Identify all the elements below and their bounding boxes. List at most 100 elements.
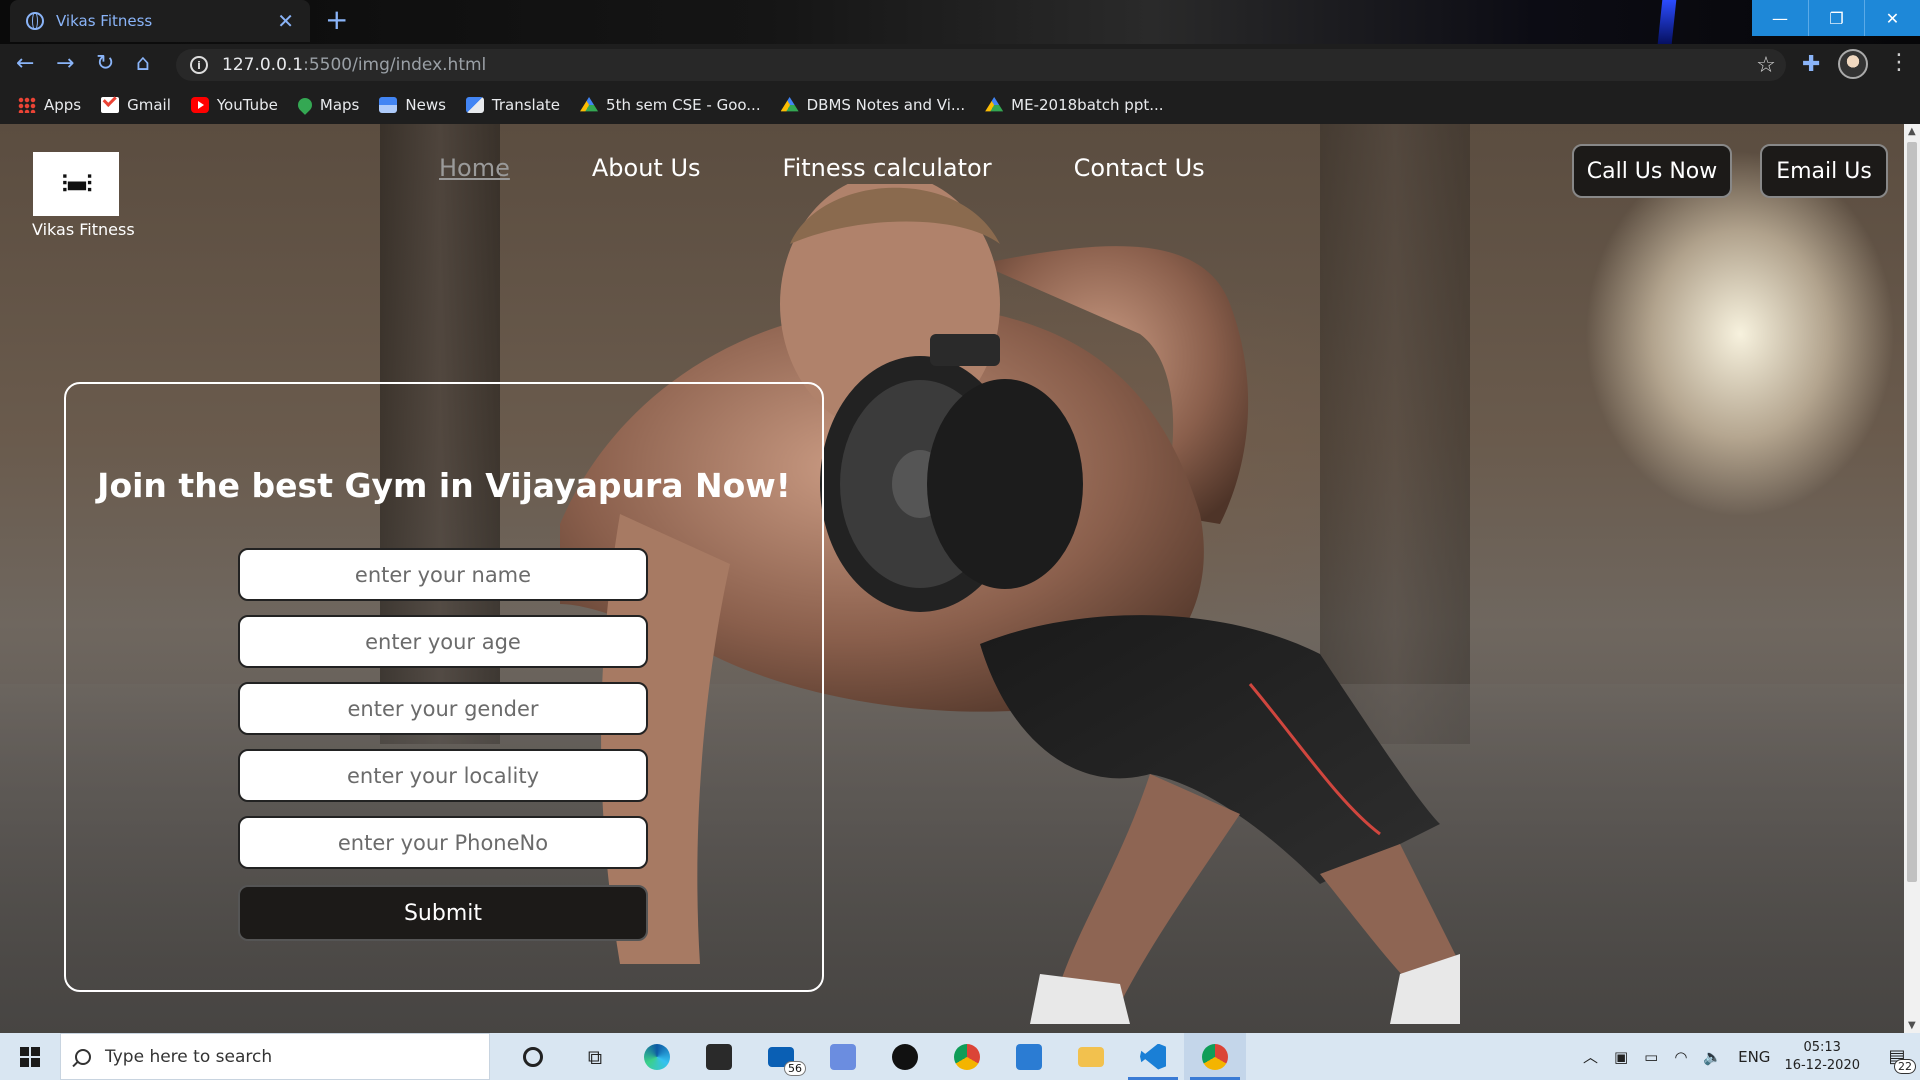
drive-icon	[985, 97, 1004, 112]
taskbar-apps: ⧉ 56	[502, 1033, 1246, 1080]
page-viewport: ⫶▬⫶ Vikas Fitness Home About Us Fitness …	[0, 124, 1904, 1033]
windows-taskbar: Type here to search ⧉ 56 ︿ ▣ ▭ ◠ 🔈 ENG 0…	[0, 1033, 1920, 1080]
nav-contact-us[interactable]: Contact Us	[1074, 154, 1205, 182]
name-input[interactable]	[238, 548, 648, 601]
language-indicator[interactable]: ENG	[1738, 1048, 1770, 1066]
nav-home[interactable]: Home	[439, 154, 510, 182]
page-scrollbar[interactable]: ▲ ▼	[1904, 124, 1920, 1033]
translate-icon	[465, 97, 484, 113]
tab-close-icon[interactable]: ✕	[277, 9, 294, 33]
taskbar-search-placeholder: Type here to search	[105, 1046, 273, 1067]
bookmark-me-2018[interactable]: ME-2018batch ppt...	[985, 96, 1164, 114]
bookmark-apps[interactable]: Apps	[18, 96, 81, 114]
menu-kebab-icon[interactable]: ⋮	[1888, 50, 1910, 75]
whiteboard-icon[interactable]	[812, 1033, 874, 1080]
windows-logo-icon	[20, 1046, 40, 1067]
notification-badge: 22	[1894, 1059, 1916, 1074]
drive-icon	[580, 97, 599, 112]
store-icon[interactable]	[688, 1033, 750, 1080]
scroll-down-arrow-icon[interactable]: ▼	[1908, 1020, 1916, 1031]
vscode-icon[interactable]	[1122, 1033, 1184, 1080]
word-app-icon[interactable]	[998, 1033, 1060, 1080]
bookmarks-bar: Apps Gmail YouTube Maps News Translate 5…	[0, 86, 1920, 124]
chrome-icon[interactable]	[936, 1033, 998, 1080]
apps-grid-icon	[18, 97, 36, 113]
extensions-puzzle-icon[interactable]: ✚	[1802, 52, 1820, 77]
restore-button[interactable]: ❐	[1808, 0, 1864, 36]
url-path: :5500/img/index.html	[303, 55, 487, 75]
bookmark-label: Apps	[44, 96, 82, 114]
clock-date: 16-12-2020	[1784, 1057, 1860, 1073]
reload-icon[interactable]: ↻	[96, 51, 114, 76]
bookmark-gmail[interactable]: Gmail	[101, 96, 171, 114]
browser-tab[interactable]: Vikas Fitness ✕	[10, 0, 310, 42]
info-icon[interactable]: i	[190, 56, 208, 74]
globe-icon	[26, 12, 44, 30]
home-icon[interactable]: ⌂	[136, 51, 150, 76]
clock[interactable]: 05:13 16-12-2020	[1784, 1039, 1860, 1075]
new-tab-button[interactable]: +	[325, 6, 348, 34]
phone-input[interactable]	[238, 816, 648, 869]
bookmark-label: ME-2018batch ppt...	[1011, 96, 1164, 114]
mail-badge: 56	[784, 1061, 806, 1076]
bookmark-maps[interactable]: Maps	[294, 95, 360, 115]
profile-avatar[interactable]	[1838, 49, 1868, 79]
background-glow	[1657, 0, 1677, 44]
bookmark-youtube[interactable]: YouTube	[190, 96, 278, 114]
close-window-button[interactable]: ✕	[1864, 0, 1920, 36]
site-logo[interactable]: ⫶▬⫶	[33, 152, 119, 216]
background-pillar	[1320, 124, 1470, 744]
bookmark-news[interactable]: News	[379, 96, 446, 114]
maps-icon	[294, 95, 315, 115]
scrollbar-thumb[interactable]	[1907, 142, 1917, 882]
news-icon	[379, 97, 398, 113]
xbox-icon[interactable]	[874, 1033, 936, 1080]
dumbbell-icon: ⫶▬⫶	[61, 170, 93, 198]
bookmark-dbms-notes[interactable]: DBMS Notes and Vi...	[780, 96, 966, 114]
gmail-icon	[101, 97, 120, 113]
browser-tab-strip: Vikas Fitness ✕ + — ❐ ✕	[0, 0, 1920, 44]
gender-input[interactable]	[238, 682, 648, 735]
nav-about-us[interactable]: About Us	[592, 154, 701, 182]
age-input[interactable]	[238, 615, 648, 668]
email-us-button[interactable]: Email Us	[1760, 144, 1888, 198]
system-tray: ︿ ▣ ▭ ◠ 🔈 ENG 05:13 16-12-2020 ▤ 22	[1575, 1033, 1920, 1080]
browser-toolbar: ← → ↻ ⌂ i 127.0.0.1 :5500/img/index.html…	[0, 44, 1920, 86]
chevron-up-icon[interactable]: ︿	[1583, 1046, 1598, 1067]
edge-icon[interactable]	[626, 1033, 688, 1080]
address-bar[interactable]: i 127.0.0.1 :5500/img/index.html ☆	[176, 49, 1786, 81]
notification-center[interactable]: ▤ 22	[1874, 1033, 1920, 1080]
nav-fitness-calculator[interactable]: Fitness calculator	[783, 154, 992, 182]
back-arrow-icon[interactable]: ←	[16, 51, 34, 76]
file-explorer-icon[interactable]	[1060, 1033, 1122, 1080]
search-icon	[75, 1048, 91, 1065]
bookmark-translate[interactable]: Translate	[465, 96, 561, 114]
bookmark-label: Translate	[491, 96, 561, 114]
mail-icon[interactable]: 56	[750, 1033, 812, 1080]
bookmark-label: Maps	[319, 96, 360, 114]
bookmark-label: DBMS Notes and Vi...	[806, 96, 966, 114]
device-icon[interactable]: ▣	[1614, 1048, 1628, 1066]
chrome-active-icon[interactable]	[1184, 1033, 1246, 1080]
submit-button[interactable]: Submit	[238, 885, 648, 941]
bookmark-5th-sem[interactable]: 5th sem CSE - Goo...	[580, 96, 761, 114]
call-us-now-button[interactable]: Call Us Now	[1572, 144, 1732, 198]
minimize-button[interactable]: —	[1752, 0, 1808, 36]
join-form-title: Join the best Gym in Vijayapura Now!	[97, 466, 791, 505]
start-button[interactable]	[0, 1033, 60, 1080]
locality-input[interactable]	[238, 749, 648, 802]
forward-arrow-icon[interactable]: →	[56, 51, 74, 76]
site-navigation: Home About Us Fitness calculator Contact…	[439, 154, 1287, 182]
clock-time: 05:13	[1803, 1039, 1841, 1055]
taskbar-search[interactable]: Type here to search	[60, 1033, 490, 1080]
bookmark-label: Gmail	[127, 96, 171, 114]
cortana-icon[interactable]	[502, 1033, 564, 1080]
tab-title: Vikas Fitness	[56, 12, 153, 30]
task-view-icon[interactable]: ⧉	[564, 1033, 626, 1080]
volume-icon[interactable]: 🔈	[1703, 1048, 1722, 1066]
wifi-icon[interactable]: ◠	[1674, 1048, 1687, 1066]
scroll-up-arrow-icon[interactable]: ▲	[1908, 126, 1916, 137]
battery-icon[interactable]: ▭	[1644, 1048, 1658, 1066]
site-logo-text: Vikas Fitness	[32, 220, 135, 239]
bookmark-star-icon[interactable]: ☆	[1746, 49, 1786, 81]
